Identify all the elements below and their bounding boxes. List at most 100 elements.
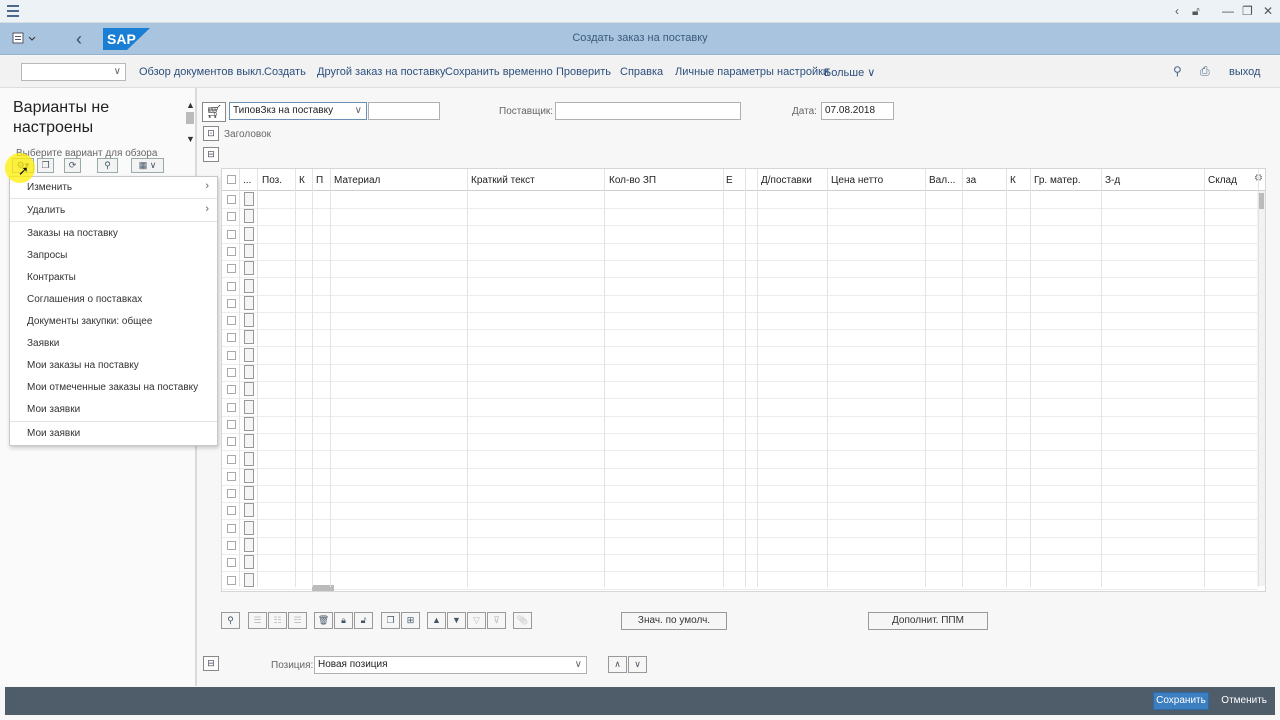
menu-item-contracts[interactable]: Контракты: [27, 272, 76, 283]
row-checkbox[interactable]: [227, 541, 236, 550]
defaults-button[interactable]: Знач. по умолч.: [621, 612, 727, 630]
delete-icon[interactable]: 🗑︎: [314, 612, 333, 629]
shopping-cart-icon[interactable]: 🛒︎: [202, 102, 226, 122]
row-selector[interactable]: [244, 468, 254, 483]
row-checkbox[interactable]: [227, 229, 236, 239]
lock-icon[interactable]: 🔒︎: [334, 612, 353, 629]
layout-dropdown-icon[interactable]: ▦ ∨: [131, 158, 164, 173]
menu-item-delete[interactable]: Удалить: [27, 205, 65, 216]
column-header[interactable]: Вал...: [929, 175, 955, 186]
save-button[interactable]: Сохранить: [1153, 692, 1209, 710]
document-type-select[interactable]: ТиповЗкз на поставку ∨: [229, 102, 367, 120]
print-icon[interactable]: ⎙: [1200, 64, 1210, 79]
row-checkbox[interactable]: [227, 454, 236, 464]
menu-item-scheduling-agreements[interactable]: Соглашения о поставках: [27, 294, 142, 305]
menu-item-change[interactable]: Изменить: [27, 182, 72, 193]
toolbar-create-button[interactable]: Создать: [264, 66, 306, 78]
restore-icon[interactable]: ❐: [1242, 4, 1253, 18]
row-checkbox[interactable]: [227, 489, 236, 499]
header-toggle-label[interactable]: Заголовок: [224, 129, 271, 140]
row-checkbox[interactable]: [227, 264, 236, 274]
row-checkbox[interactable]: [227, 558, 236, 568]
next-position-icon[interactable]: ∨: [628, 656, 647, 673]
row-selector[interactable]: [244, 278, 254, 293]
back-nav-icon[interactable]: ‹: [1175, 4, 1179, 18]
row-checkbox[interactable]: [227, 523, 236, 533]
minimize-icon[interactable]: —: [1222, 4, 1234, 18]
row-checkbox[interactable]: [227, 212, 236, 222]
refresh-icon[interactable]: ⟳: [64, 158, 81, 173]
menu-item-rfq[interactable]: Запросы: [27, 250, 67, 261]
previous-position-icon[interactable]: ∧: [608, 656, 627, 673]
column-header[interactable]: П: [316, 175, 323, 186]
row-checkbox[interactable]: [227, 368, 236, 377]
row-selector[interactable]: [244, 261, 254, 276]
collapse-detail-icon[interactable]: ⊟: [203, 656, 219, 671]
row-checkbox[interactable]: [227, 575, 236, 585]
row-selector[interactable]: [244, 313, 254, 328]
column-header[interactable]: З-д: [1105, 175, 1120, 186]
column-header[interactable]: Поз.: [262, 175, 282, 186]
column-header[interactable]: Кол-во ЗП: [609, 175, 656, 186]
find-icon[interactable]: ⚲: [97, 158, 118, 173]
row-selector[interactable]: [244, 192, 254, 206]
row-selector[interactable]: [244, 538, 254, 552]
row-selector[interactable]: [244, 416, 254, 431]
menu-item-purchase-orders[interactable]: Заказы на поставку: [27, 228, 118, 239]
date-input[interactable]: 07.08.2018: [821, 102, 894, 120]
row-checkbox[interactable]: [227, 298, 236, 308]
row-checkbox[interactable]: [227, 246, 236, 256]
exit-button[interactable]: выход: [1229, 66, 1260, 78]
menu-item-purchasing-docs[interactable]: Документы закупки: общее: [27, 316, 152, 327]
lock-icon[interactable]: 🔓︎: [1192, 4, 1200, 18]
column-header[interactable]: Е: [726, 175, 733, 186]
hamburger-menu-icon[interactable]: [7, 5, 19, 17]
row-checkbox[interactable]: [227, 316, 236, 326]
document-number-input[interactable]: [368, 102, 440, 120]
row-checkbox[interactable]: [227, 437, 236, 447]
scrollbar-thumb[interactable]: [186, 112, 194, 124]
column-header[interactable]: Склад: [1208, 175, 1237, 186]
column-header[interactable]: за: [966, 175, 976, 186]
toolbar-personal-settings-button[interactable]: Личные параметры настройки: [675, 66, 829, 78]
row-selector[interactable]: [244, 520, 254, 535]
sort-descending-icon[interactable]: ▼: [447, 612, 466, 629]
column-header[interactable]: К: [299, 175, 305, 186]
row-selector[interactable]: [244, 226, 254, 241]
sort-ascending-icon[interactable]: ▲: [427, 612, 446, 629]
row-selector[interactable]: [244, 555, 254, 570]
select-all-checkbox[interactable]: [227, 175, 236, 184]
position-select[interactable]: Новая позиция ∨: [314, 656, 587, 674]
additional-planning-button[interactable]: Дополнит. ППМ: [868, 612, 988, 630]
row-selector[interactable]: [244, 451, 254, 466]
row-selector[interactable]: [244, 209, 254, 224]
column-header[interactable]: Материал: [334, 175, 380, 186]
row-selector[interactable]: [244, 295, 254, 310]
scroll-down-icon[interactable]: ▼: [186, 134, 195, 144]
toolbar-select[interactable]: ∨: [21, 63, 126, 81]
supplier-input[interactable]: [555, 102, 741, 120]
row-selector[interactable]: [244, 503, 254, 518]
collapse-items-icon[interactable]: ⊟: [203, 147, 219, 162]
column-header[interactable]: К: [1010, 175, 1016, 186]
row-selector[interactable]: [244, 330, 254, 345]
column-header[interactable]: Гр. матер.: [1034, 175, 1081, 186]
scroll-up-icon[interactable]: ▲: [186, 100, 195, 110]
row-selector[interactable]: [244, 486, 254, 501]
copy-rows-icon[interactable]: ❐: [381, 612, 400, 629]
row-checkbox[interactable]: [227, 350, 236, 360]
row-selector[interactable]: [244, 243, 254, 258]
row-checkbox[interactable]: [227, 195, 236, 204]
zoom-icon[interactable]: ⚲: [221, 612, 240, 629]
unlock-icon[interactable]: 🔓︎: [354, 612, 373, 629]
row-checkbox[interactable]: [227, 419, 236, 429]
row-selector[interactable]: [244, 572, 254, 587]
toolbar-save-draft-button[interactable]: Сохранить временно: [445, 66, 553, 78]
toolbar-help-button[interactable]: Справка: [620, 66, 663, 78]
toolbar-more-button[interactable]: Больше ∨: [824, 66, 875, 79]
expand-header-icon[interactable]: ⊡: [203, 126, 219, 141]
row-checkbox[interactable]: [227, 281, 236, 291]
column-header[interactable]: Краткий текст: [471, 175, 535, 186]
column-header[interactable]: ...: [243, 175, 251, 186]
toolbar-other-order-button[interactable]: Другой заказ на поставку: [317, 66, 445, 78]
